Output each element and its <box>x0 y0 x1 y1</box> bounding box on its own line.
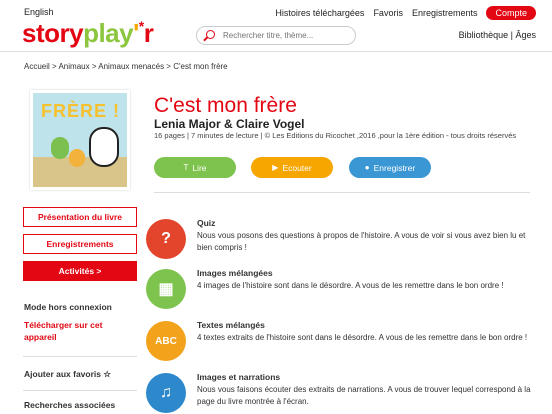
book-meta: 16 pages | 7 minutes de lecture | © Les … <box>154 131 517 140</box>
mixed-images-icon: ▦ <box>146 269 186 309</box>
library-ages-nav[interactable]: Bibliothèque | Âges <box>459 30 536 40</box>
search-icon <box>206 30 215 39</box>
cover-panda-illustration <box>89 127 119 167</box>
sidebar-divider <box>23 390 137 391</box>
language-switch[interactable]: English <box>24 7 54 17</box>
related-searches-heading: Recherches associées <box>24 400 116 410</box>
activity-title: Textes mélangés <box>197 320 265 330</box>
activity-description: 4 textes extraits de l'histoire sont dan… <box>197 333 528 342</box>
activity-mixed-texts[interactable]: ABC Textes mélangés 4 textes extraits de… <box>146 320 536 365</box>
activity-description: Nous vous faisons écouter des extraits d… <box>197 385 531 406</box>
cover-duck-illustration <box>69 149 85 167</box>
cover-bird-illustration <box>51 137 69 159</box>
search-input[interactable] <box>223 29 351 42</box>
activity-mixed-images[interactable]: ▦ Images mélangées 4 images de l'histoir… <box>146 268 536 313</box>
book-cover: FRÈRE ! <box>30 90 130 190</box>
storyplayr-logo[interactable]: storyplay'*r <box>22 18 154 49</box>
activity-title: Quiz <box>197 218 216 228</box>
link-downloaded-stories[interactable]: Histoires téléchargées <box>275 8 364 18</box>
recordings-button[interactable]: Enregistrements <box>23 234 137 254</box>
mixed-texts-icon: ABC <box>146 321 186 361</box>
listen-button[interactable]: ▶ Ecouter <box>251 157 333 178</box>
headphones-icon: ♫ <box>146 373 186 413</box>
account-button[interactable]: Compte <box>486 6 536 20</box>
microphone-icon: ● <box>364 163 370 172</box>
breadcrumb[interactable]: Accueil > Animaux > Animaux menacés > C'… <box>24 62 228 71</box>
activity-title: Images et narrations <box>197 372 281 382</box>
add-favorite-link[interactable]: Ajouter aux favoris ☆ <box>24 369 111 380</box>
record-button[interactable]: ● Enregistrer <box>349 157 431 178</box>
sidebar-divider <box>23 356 137 357</box>
play-icon: ▶ <box>272 163 279 172</box>
download-link[interactable]: Télécharger sur cet appareil <box>24 319 124 343</box>
book-title: C'est mon frère <box>154 94 297 117</box>
offline-mode-heading: Mode hors connexion <box>24 302 112 312</box>
read-icon: T <box>183 163 189 172</box>
search-bar[interactable] <box>196 26 356 45</box>
top-bar: English storyplay'*r Histoires télécharg… <box>0 0 552 52</box>
quiz-icon: ? <box>146 219 186 259</box>
link-favorites[interactable]: Favoris <box>373 8 403 18</box>
activity-description: Nous vous posons des questions à propos … <box>197 231 526 252</box>
link-recordings[interactable]: Enregistrements <box>412 8 478 18</box>
book-authors: Lenia Major & Claire Vogel <box>154 117 305 131</box>
divider <box>154 192 530 193</box>
presentation-button[interactable]: Présentation du livre <box>23 207 137 227</box>
activity-quiz[interactable]: ? Quiz Nous vous posons des questions à … <box>146 218 536 263</box>
top-links: Histoires téléchargées Favoris Enregistr… <box>266 6 536 20</box>
activities-button[interactable]: Activités > <box>23 261 137 281</box>
cover-title: FRÈRE ! <box>41 101 120 121</box>
activity-description: 4 images de l'histoire sont dans le déso… <box>197 281 504 290</box>
activity-images-narrations[interactable]: ♫ Images et narrations Nous vous faisons… <box>146 372 536 414</box>
read-button[interactable]: T Lire <box>154 157 236 178</box>
activity-title: Images mélangées <box>197 268 273 278</box>
